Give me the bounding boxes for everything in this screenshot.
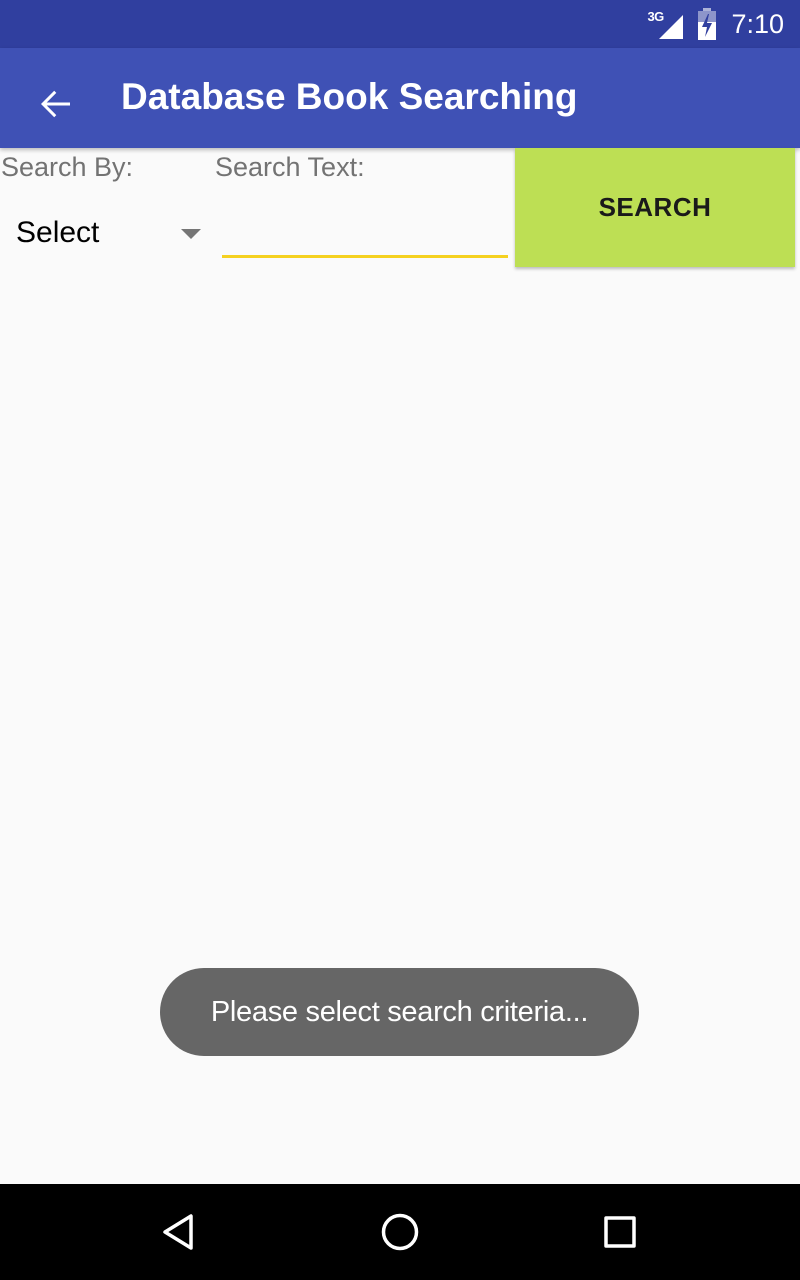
nav-recents-button[interactable] [590,1202,650,1262]
status-bar: 3G 7:10 [0,0,800,48]
search-by-selected-value: Select [16,216,100,249]
nav-back-button[interactable] [150,1202,210,1262]
toast-message: Please select search criteria... [210,995,589,1028]
search-by-label: Search By: [1,152,134,182]
navigation-bar [0,1184,800,1280]
screen: 3G 7:10 Database Book Searching Search B… [0,0,800,1280]
toast: Please select search criteria... [160,968,639,1056]
page-title: Database Book Searching [121,76,578,117]
nav-home-button[interactable] [370,1202,430,1262]
arrow-back-icon [41,90,70,118]
battery-charging-icon [698,8,717,40]
home-circle-icon [381,1213,419,1251]
clock: 7:10 [731,8,784,39]
app-bar: Database Book Searching [0,48,800,148]
status-icons: 3G 7:10 [647,0,784,48]
dropdown-arrow-icon[interactable] [181,229,201,239]
signal-icon: 3G [647,9,684,39]
search-text-input[interactable] [222,196,508,258]
back-button[interactable] [28,78,84,130]
back-triangle-icon [163,1214,193,1250]
search-text-label: Search Text: [215,152,365,182]
recents-square-icon [604,1216,636,1248]
search-button[interactable]: SEARCH [515,148,795,267]
